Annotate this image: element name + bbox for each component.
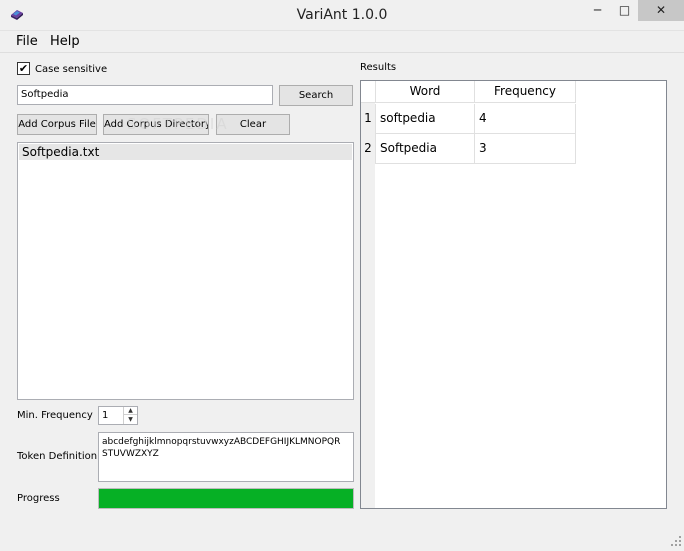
progress-fill <box>99 489 353 508</box>
corpus-file-list[interactable] <box>17 142 354 400</box>
results-corner-cell <box>361 81 375 103</box>
row-index[interactable]: 2 <box>361 134 375 163</box>
table-cell-frequency[interactable]: 3 <box>475 134 576 164</box>
app-icon <box>9 6 25 22</box>
column-header-frequency[interactable]: Frequency <box>475 81 576 103</box>
menu-bar <box>0 31 684 53</box>
search-button[interactable]: Search <box>279 85 353 106</box>
frequency-up-icon[interactable]: ▲ <box>123 407 137 415</box>
min-frequency-label: Min. Frequency <box>17 410 93 421</box>
token-definition-line-1: abcdefghijklmnopqrstuvwxyzABCDEFGHIJKLMN… <box>102 437 341 447</box>
menu-help[interactable]: Help <box>50 33 80 51</box>
list-item[interactable]: Softpedia.txt <box>19 144 352 160</box>
case-sensitive-checkbox[interactable]: ✔ <box>17 62 30 75</box>
close-button[interactable]: ✕ <box>638 0 684 21</box>
token-definition-line-2: STUVWZXYZ <box>102 449 159 459</box>
table-cell-word[interactable]: Softpedia <box>375 134 475 164</box>
table-cell-frequency[interactable]: 4 <box>475 104 576 134</box>
minimize-button[interactable]: ─ <box>584 0 611 21</box>
row-index[interactable]: 1 <box>361 104 375 133</box>
row-header-column <box>361 103 375 508</box>
frequency-down-icon[interactable]: ▼ <box>123 415 137 424</box>
case-sensitive-label: Case sensitive <box>35 64 108 75</box>
softpedia-watermark: SOFTPEDIA <box>127 115 229 133</box>
table-cell-word[interactable]: softpedia <box>375 104 475 134</box>
add-corpus-file-button[interactable]: Add Corpus File <box>17 114 97 135</box>
menu-file[interactable]: File <box>16 33 38 51</box>
progress-bar <box>98 488 354 509</box>
results-label: Results <box>360 62 397 73</box>
progress-label: Progress <box>17 493 60 504</box>
resize-grip-icon[interactable] <box>670 532 682 546</box>
column-header-word[interactable]: Word <box>375 81 475 103</box>
token-definition-label: Token Definition <box>17 451 98 462</box>
window-title: VariAnt 1.0.0 <box>296 7 388 23</box>
search-input[interactable]: Softpedia <box>17 85 273 105</box>
maximize-button[interactable]: □ <box>611 0 638 21</box>
